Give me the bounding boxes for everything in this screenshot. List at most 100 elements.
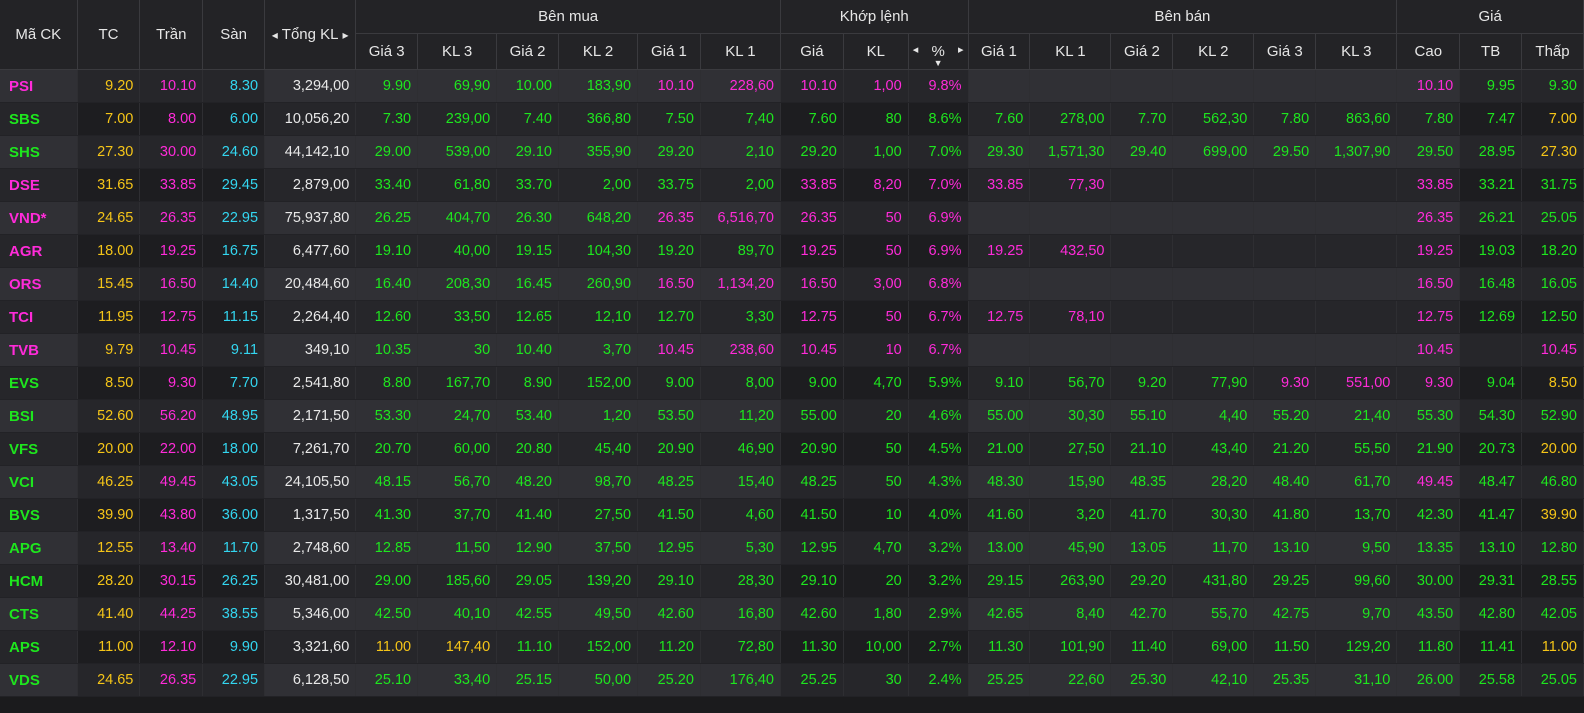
table-row[interactable]: TCI 11.95 12.75 11.15 2,264,40 12.60 33,50 12.6… bbox=[0, 300, 1584, 334]
table-row[interactable]: BVS 39.90 43.80 36.00 1,317,50 41.30 37,70 41.4… bbox=[0, 498, 1584, 532]
sell-cell: 9.20 bbox=[1110, 366, 1174, 400]
buy-cell: 8.80 bbox=[355, 366, 419, 400]
buy-cell: 104,30 bbox=[558, 234, 639, 268]
table-row[interactable]: SBS 7.00 8.00 6.00 10,056,20 7.30 239,00 7.40 36… bbox=[0, 102, 1584, 136]
symbol-cell[interactable]: SBS bbox=[0, 102, 78, 136]
symbol-cell[interactable]: TCI bbox=[0, 300, 78, 334]
ceil-price-cell: 22.00 bbox=[139, 432, 204, 466]
table-row[interactable]: TVB 9.79 10.45 9.11 349,10 10.35 30 10.40 3,70 10… bbox=[0, 333, 1584, 367]
price-stat-cell: 12.69 bbox=[1459, 300, 1523, 334]
total-volume-cell: 2,748,60 bbox=[264, 531, 357, 565]
symbol-cell[interactable]: VFS bbox=[0, 432, 78, 466]
price-stat-cell: 19.03 bbox=[1459, 234, 1523, 268]
table-row[interactable]: ORS 15.45 16.50 14.40 20,484,60 16.40 208,30 16… bbox=[0, 267, 1584, 301]
col-symbol[interactable]: Mã CK bbox=[0, 0, 78, 70]
col-match-1[interactable]: KL bbox=[843, 33, 909, 70]
floor-price-cell: 22.95 bbox=[202, 663, 266, 697]
col-match-0[interactable]: Giá bbox=[780, 33, 844, 70]
match-cell: 7.0% bbox=[908, 135, 969, 169]
price-stat-cell: 42.80 bbox=[1459, 597, 1523, 631]
table-row[interactable]: VND* 24.65 26.35 22.95 75,937,80 26.25 404,70 2… bbox=[0, 201, 1584, 235]
col-sell-1[interactable]: KL 1 bbox=[1029, 33, 1112, 70]
sell-cell: 13.00 bbox=[968, 531, 1031, 565]
sort-right-icon[interactable]: ▸ bbox=[958, 43, 964, 56]
symbol-cell[interactable]: AGR bbox=[0, 234, 78, 268]
col-floor[interactable]: Sàn bbox=[202, 0, 266, 70]
table-row[interactable]: VCI 46.25 49.45 43.05 24,105,50 48.15 56,70 48.… bbox=[0, 465, 1584, 499]
col-buy-4[interactable]: Giá 1 bbox=[637, 33, 701, 70]
sell-cell bbox=[1315, 333, 1398, 367]
price-stat-cell: 7.47 bbox=[1459, 102, 1523, 136]
col-sell-5[interactable]: KL 3 bbox=[1315, 33, 1398, 70]
symbol-cell[interactable]: EVS bbox=[0, 366, 78, 400]
ceil-price-cell: 9.30 bbox=[139, 366, 204, 400]
sell-cell bbox=[1172, 201, 1255, 235]
col-sell-3[interactable]: KL 2 bbox=[1172, 33, 1255, 70]
table-row[interactable]: HCM 28.20 30.15 26.25 30,481,00 29.00 185,60 29… bbox=[0, 564, 1584, 598]
sell-cell: 13,70 bbox=[1315, 498, 1398, 532]
match-cell: 1,00 bbox=[843, 135, 909, 169]
col-match-2[interactable]: ◂% ▸ ▼ bbox=[908, 33, 969, 70]
table-row[interactable]: APG 12.55 13.40 11.70 2,748,60 12.85 11,50 12.9… bbox=[0, 531, 1584, 565]
sell-cell bbox=[1110, 300, 1174, 334]
col-sell-0[interactable]: Giá 1 bbox=[968, 33, 1031, 70]
symbol-cell[interactable]: SHS bbox=[0, 135, 78, 169]
col-buy-1[interactable]: KL 3 bbox=[417, 33, 498, 70]
sort-left-icon[interactable]: ◂ bbox=[913, 43, 919, 56]
table-row[interactable]: PSI 9.20 10.10 8.30 3,294,00 9.90 69,90 10.00 18… bbox=[0, 69, 1584, 103]
symbol-cell[interactable]: APS bbox=[0, 630, 78, 664]
col-price-2[interactable]: Thấp bbox=[1521, 33, 1584, 70]
col-price-1[interactable]: TB bbox=[1459, 33, 1523, 70]
symbol-cell[interactable]: BSI bbox=[0, 399, 78, 433]
match-cell: 20 bbox=[843, 399, 909, 433]
table-row[interactable]: EVS 8.50 9.30 7.70 2,541,80 8.80 167,70 8.90 152… bbox=[0, 366, 1584, 400]
col-ref[interactable]: TC bbox=[77, 0, 141, 70]
col-sell-4[interactable]: Giá 3 bbox=[1253, 33, 1317, 70]
floor-price-cell: 6.00 bbox=[202, 102, 266, 136]
table-row[interactable]: VFS 20.00 22.00 18.00 7,261,70 20.70 60,00 20.8… bbox=[0, 432, 1584, 466]
price-stat-cell: 55.30 bbox=[1396, 399, 1461, 433]
sort-desc-icon[interactable]: ▼ bbox=[934, 58, 943, 68]
buy-cell: 12.95 bbox=[637, 531, 701, 565]
col-buy-2[interactable]: Giá 2 bbox=[496, 33, 559, 70]
table-row[interactable]: DSE 31.65 33.85 29.45 2,879,00 33.40 61,80 33.7… bbox=[0, 168, 1584, 202]
symbol-cell[interactable]: TVB bbox=[0, 333, 78, 367]
table-row[interactable]: AGR 18.00 19.25 16.75 6,477,60 19.10 40,00 19.1… bbox=[0, 234, 1584, 268]
symbol-cell[interactable]: APG bbox=[0, 531, 78, 565]
symbol-cell[interactable]: VDS bbox=[0, 663, 78, 697]
col-buy-5[interactable]: KL 1 bbox=[700, 33, 781, 70]
col-buy-3[interactable]: KL 2 bbox=[558, 33, 639, 70]
table-row[interactable]: SHS 27.30 30.00 24.60 44,142,10 29.00 539,00 29… bbox=[0, 135, 1584, 169]
symbol-cell[interactable]: VND* bbox=[0, 201, 78, 235]
table-row[interactable]: APS 11.00 12.10 9.90 3,321,60 11.00 147,40 11.1… bbox=[0, 630, 1584, 664]
match-cell: 5.9% bbox=[908, 366, 969, 400]
sell-cell: 278,00 bbox=[1029, 102, 1112, 136]
price-stat-cell: 12.50 bbox=[1521, 300, 1584, 334]
symbol-cell[interactable]: DSE bbox=[0, 168, 78, 202]
buy-cell: 42.50 bbox=[355, 597, 419, 631]
col-total-volume[interactable]: Tổng KL bbox=[264, 0, 357, 70]
price-stat-cell: 20.00 bbox=[1521, 432, 1584, 466]
table-row[interactable]: CTS 41.40 44.25 38.55 5,346,00 42.50 40,10 42.5… bbox=[0, 597, 1584, 631]
buy-cell: 15,40 bbox=[700, 465, 781, 499]
col-ceil[interactable]: Trần bbox=[139, 0, 204, 70]
col-price-0[interactable]: Cao bbox=[1396, 33, 1461, 70]
match-cell: 9.00 bbox=[780, 366, 844, 400]
sell-cell: 7.70 bbox=[1110, 102, 1174, 136]
ref-price-cell: 41.40 bbox=[77, 597, 141, 631]
symbol-cell[interactable]: ORS bbox=[0, 267, 78, 301]
buy-cell: 228,60 bbox=[700, 69, 781, 103]
table-row[interactable]: BSI 52.60 56.20 48.95 2,171,50 53.30 24,70 53.4… bbox=[0, 399, 1584, 433]
symbol-cell[interactable]: CTS bbox=[0, 597, 78, 631]
table-row[interactable]: VDS 24.65 26.35 22.95 6,128,50 25.10 33,40 25.1… bbox=[0, 663, 1584, 697]
col-sell-2[interactable]: Giá 2 bbox=[1110, 33, 1174, 70]
symbol-cell[interactable]: BVS bbox=[0, 498, 78, 532]
buy-cell: 12.65 bbox=[496, 300, 559, 334]
symbol-cell[interactable]: HCM bbox=[0, 564, 78, 598]
col-buy-0[interactable]: Giá 3 bbox=[355, 33, 419, 70]
symbol-cell[interactable]: PSI bbox=[0, 69, 78, 103]
sell-cell bbox=[1110, 168, 1174, 202]
symbol-cell[interactable]: VCI bbox=[0, 465, 78, 499]
ceil-price-cell: 26.35 bbox=[139, 201, 204, 235]
buy-cell: 7.40 bbox=[496, 102, 559, 136]
